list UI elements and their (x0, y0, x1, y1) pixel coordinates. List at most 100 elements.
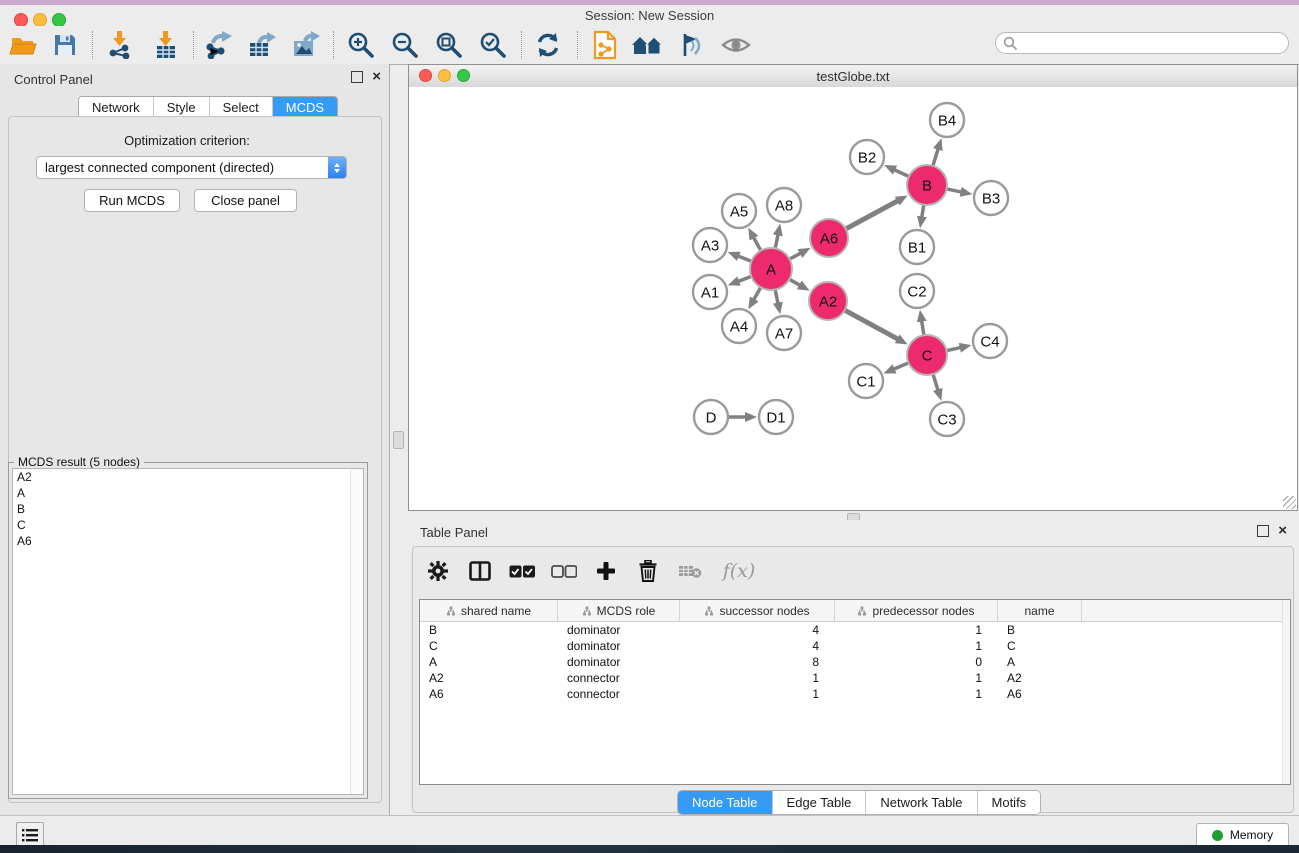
home-icon[interactable] (630, 29, 664, 61)
vertical-splitter-handle[interactable] (393, 431, 404, 449)
zoom-selected-icon[interactable] (476, 29, 510, 61)
graph-node-label: A4 (730, 318, 748, 335)
search-icon (1003, 36, 1017, 50)
column-header[interactable]: name (998, 600, 1082, 621)
graph-node-label: A (766, 261, 776, 278)
graph-node-label: B (922, 177, 932, 194)
graph-edge[interactable] (843, 309, 900, 340)
table-row[interactable]: C dominator 4 1 C (420, 638, 1290, 654)
mcds-result-list[interactable]: A2 A B C A6 (12, 468, 364, 795)
column-header[interactable]: predecessor nodes (835, 600, 998, 621)
list-item[interactable]: A6 (13, 533, 363, 549)
graph-node-label: B3 (982, 190, 1000, 207)
tab-mcds[interactable]: MCDS (273, 97, 337, 118)
network-window-titlebar[interactable]: testGlobe.txt (409, 65, 1297, 88)
search-field[interactable] (995, 32, 1289, 54)
network-file-icon[interactable] (588, 29, 622, 61)
table-scrollbar[interactable] (1282, 600, 1290, 784)
application-window: Session: New Session (0, 0, 1299, 853)
delete-column-trash-icon[interactable] (635, 558, 661, 584)
graph-edge[interactable] (892, 362, 911, 370)
network-canvas[interactable]: AA1A3A5A8A4A7A6A2BB1B2B3B4CC1C2C3C4DD1 (409, 87, 1297, 510)
graph-node-label: A5 (730, 203, 748, 220)
status-bar: Memory (0, 815, 1299, 845)
memory-status-icon (1212, 830, 1223, 841)
tab-node-table[interactable]: Node Table (678, 791, 773, 814)
zoom-fit-icon[interactable] (432, 29, 466, 61)
run-mcds-button[interactable]: Run MCDS (84, 189, 180, 212)
table-row[interactable]: A2 connector 1 1 A2 (420, 670, 1290, 686)
memory-button[interactable]: Memory (1196, 823, 1289, 847)
attribute-type-icon (857, 606, 867, 616)
network-window-title: testGlobe.txt (409, 69, 1297, 84)
tab-network[interactable]: Network (79, 97, 154, 118)
graph-node-label: B2 (858, 149, 876, 166)
graph-edge[interactable] (932, 147, 938, 168)
toolbar-separator (577, 31, 578, 59)
graphics-details-icon[interactable] (674, 29, 708, 61)
attribute-type-icon (582, 606, 592, 616)
graph-edge[interactable] (844, 200, 900, 230)
float-panel-icon[interactable] (1257, 525, 1269, 537)
import-table-icon[interactable] (149, 29, 183, 61)
refresh-icon[interactable] (531, 29, 565, 61)
column-header[interactable]: MCDS role (558, 600, 680, 621)
tab-style[interactable]: Style (154, 97, 210, 118)
table-toolbar: f(x) (425, 555, 759, 587)
mcds-result-group: MCDS result (5 nodes) A2 A B C A6 (8, 462, 368, 799)
graph-node-label: A2 (819, 293, 837, 310)
table-panel: Table Panel × (408, 520, 1299, 815)
table-row[interactable]: B dominator 4 1 B (420, 622, 1290, 638)
add-column-icon[interactable] (593, 558, 619, 584)
graph-node-label: D (706, 409, 717, 426)
tab-select[interactable]: Select (210, 97, 273, 118)
table-row[interactable]: A dominator 8 0 A (420, 654, 1290, 670)
table-row[interactable]: A6 connector 1 1 A6 (420, 686, 1290, 702)
tab-edge-table[interactable]: Edge Table (773, 791, 867, 814)
list-icon (22, 829, 38, 842)
export-network-icon[interactable] (201, 29, 235, 61)
window-resize-grip[interactable] (1283, 496, 1296, 509)
tab-motifs[interactable]: Motifs (978, 791, 1041, 814)
table-panel-content: f(x) shared name MCDS role successor (412, 546, 1294, 813)
list-item[interactable]: B (13, 501, 363, 517)
graph-node-label: B4 (938, 112, 956, 129)
close-panel-button[interactable]: Close panel (194, 189, 297, 212)
node-table[interactable]: shared name MCDS role successor nodes pr… (419, 599, 1291, 785)
toolbar-separator (333, 31, 334, 59)
control-panel-title: Control Panel (14, 72, 93, 87)
export-image-icon[interactable] (289, 29, 323, 61)
tab-network-table[interactable]: Network Table (866, 791, 977, 814)
table-settings-gear-icon[interactable] (425, 558, 451, 584)
close-panel-icon[interactable]: × (372, 72, 381, 82)
close-panel-icon[interactable]: × (1278, 526, 1287, 536)
optimization-criterion-dropdown[interactable]: largest connected component (directed) (36, 156, 347, 179)
search-input[interactable] (1021, 35, 1288, 51)
deselect-all-checkboxes-icon[interactable] (551, 558, 577, 584)
list-item[interactable]: C (13, 517, 363, 533)
save-session-icon[interactable] (48, 29, 82, 61)
dropdown-stepper-icon (328, 157, 346, 178)
zoom-out-icon[interactable] (388, 29, 422, 61)
float-panel-icon[interactable] (351, 71, 363, 83)
list-item[interactable]: A2 (13, 469, 363, 485)
optimization-criterion-label: Optimization criterion: (0, 133, 374, 148)
open-session-icon[interactable] (6, 29, 40, 61)
import-network-icon[interactable] (103, 29, 137, 61)
graph-node-label: A8 (775, 197, 793, 214)
column-header[interactable]: successor nodes (680, 600, 835, 621)
export-table-icon[interactable] (245, 29, 279, 61)
graph-edge[interactable] (932, 372, 938, 392)
table-type-tabs: Node Table Edge Table Network Table Moti… (677, 790, 1041, 815)
zoom-in-icon[interactable] (344, 29, 378, 61)
graph-node-label: A7 (775, 325, 793, 342)
list-item[interactable]: A (13, 485, 363, 501)
list-scrollbar[interactable] (350, 469, 363, 794)
select-all-checkboxes-icon[interactable] (509, 558, 535, 584)
graph-node-label: A3 (701, 237, 719, 254)
network-graph[interactable]: AA1A3A5A8A4A7A6A2BB1B2B3B4CC1C2C3C4DD1 (409, 87, 1297, 510)
delete-table-icon (677, 558, 703, 584)
graph-edge[interactable] (892, 169, 910, 178)
column-view-icon[interactable] (467, 558, 493, 584)
column-header[interactable]: shared name (420, 600, 558, 621)
